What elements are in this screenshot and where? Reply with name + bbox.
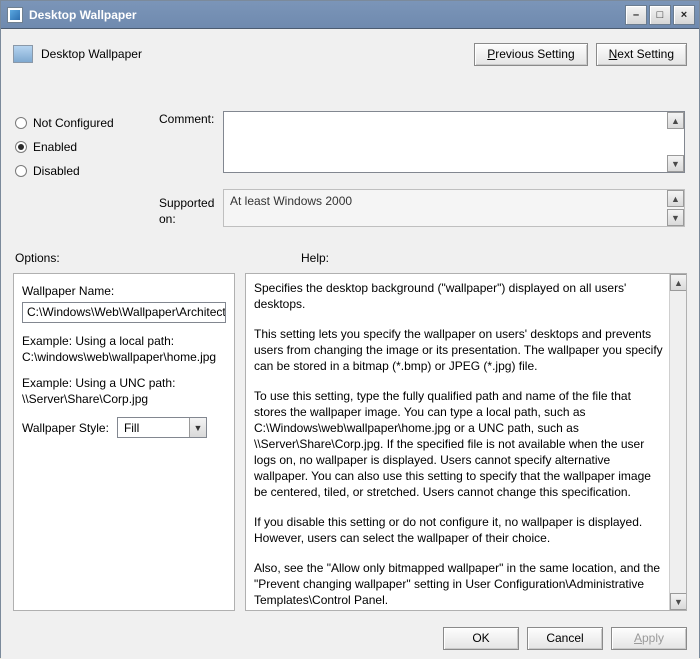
window-title: Desktop Wallpaper [29, 8, 137, 22]
help-panel: Specifies the desktop background ("wallp… [245, 273, 687, 611]
ok-button[interactable]: OK [443, 627, 519, 650]
wallpaper-style-label: Wallpaper Style: [22, 421, 109, 435]
comment-textarea[interactable]: ▲ ▼ [223, 111, 685, 173]
scroll-down-icon[interactable]: ▼ [667, 209, 684, 226]
radio-icon [15, 141, 27, 153]
supported-on-text: At least Windows 2000 [230, 194, 352, 208]
radio-label: Not Configured [33, 116, 114, 130]
help-text: This setting lets you specify the wallpa… [254, 326, 664, 374]
supported-on-label: Supported on: [159, 195, 227, 219]
apply-button[interactable]: Apply [611, 627, 687, 650]
radio-disabled[interactable]: Disabled [15, 159, 135, 183]
bottom-button-bar: OK Cancel Apply [1, 617, 699, 659]
policy-title: Desktop Wallpaper [41, 47, 142, 61]
wallpaper-name-input[interactable]: C:\Windows\Web\Wallpaper\Architecture [22, 302, 226, 323]
radio-label: Enabled [33, 140, 77, 154]
radio-not-configured[interactable]: Not Configured [15, 111, 135, 135]
radio-icon [15, 117, 27, 129]
state-radio-group: Not Configured Enabled Disabled [15, 111, 135, 183]
example-unc: Example: Using a UNC path: \\Server\Shar… [22, 375, 226, 407]
next-setting-button[interactable]: Next Setting [596, 43, 687, 66]
content-area: Desktop Wallpaper Previous Setting Next … [1, 29, 699, 659]
scroll-up-icon[interactable]: ▲ [667, 190, 684, 207]
help-text: Also, see the "Allow only bitmapped wall… [254, 560, 664, 608]
radio-label: Disabled [33, 164, 80, 178]
radio-icon [15, 165, 27, 177]
radio-enabled[interactable]: Enabled [15, 135, 135, 159]
example-local: Example: Using a local path: C:\windows\… [22, 333, 226, 365]
maximize-button[interactable]: □ [649, 5, 671, 25]
help-text: To use this setting, type the fully qual… [254, 388, 664, 500]
header-row: Desktop Wallpaper Previous Setting Next … [13, 39, 687, 69]
options-section-label: Options: [15, 251, 60, 265]
scroll-down-icon[interactable]: ▼ [670, 593, 687, 610]
help-text: Specifies the desktop background ("wallp… [254, 280, 664, 312]
help-section-label: Help: [301, 251, 329, 265]
policy-icon [13, 45, 33, 63]
titlebar: Desktop Wallpaper – □ × [1, 1, 699, 29]
chevron-down-icon: ▼ [189, 418, 206, 437]
wallpaper-style-value: Fill [118, 421, 145, 435]
help-text: If you disable this setting or do not co… [254, 514, 664, 546]
help-scrollbar[interactable]: ▲ ▼ [669, 274, 686, 610]
options-panel: Wallpaper Name: C:\Windows\Web\Wallpaper… [13, 273, 235, 611]
previous-setting-button[interactable]: Previous Setting [474, 43, 587, 66]
scroll-up-icon[interactable]: ▲ [667, 112, 684, 129]
cancel-button[interactable]: Cancel [527, 627, 603, 650]
close-button[interactable]: × [673, 5, 695, 25]
comment-label: Comment: [159, 111, 227, 135]
scroll-down-icon[interactable]: ▼ [667, 155, 684, 172]
supported-on-box: At least Windows 2000 ▲ ▼ [223, 189, 685, 227]
scroll-up-icon[interactable]: ▲ [670, 274, 687, 291]
wallpaper-style-select[interactable]: Fill ▼ [117, 417, 207, 438]
wallpaper-name-label: Wallpaper Name: [22, 284, 226, 298]
window-icon [7, 7, 23, 23]
minimize-button[interactable]: – [625, 5, 647, 25]
